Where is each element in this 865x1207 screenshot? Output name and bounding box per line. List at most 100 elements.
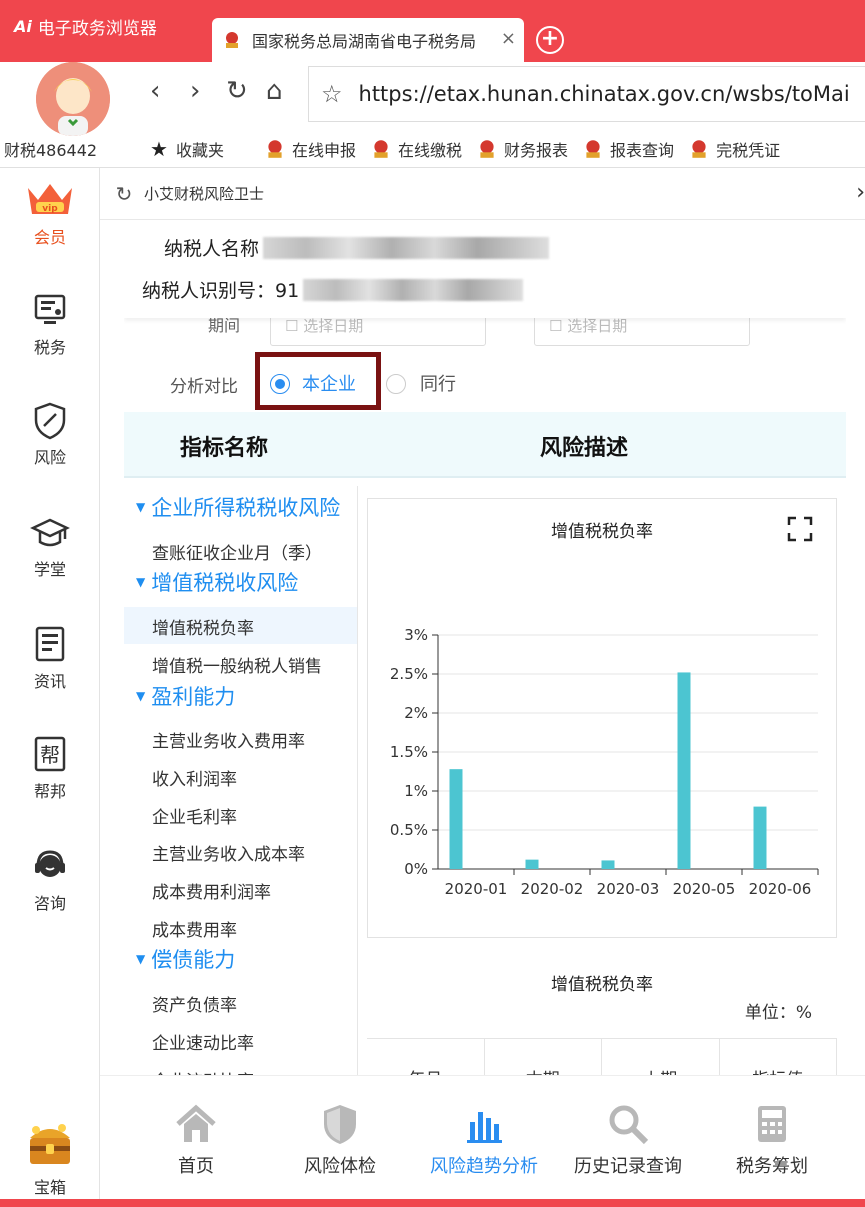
tree-item[interactable]: 查账征收企业月（季） [124, 532, 357, 569]
reload-button[interactable]: ↻ [226, 76, 248, 106]
panel-header: ↻ 小艾财税风险卫士 › [100, 168, 865, 220]
radio-peer-label[interactable]: 同行 [420, 370, 456, 396]
sidebar-item-news[interactable]: 资讯 [0, 624, 100, 692]
radio-peer[interactable] [386, 374, 406, 394]
tab-close-icon[interactable]: × [501, 28, 516, 49]
radio-own-company[interactable] [270, 374, 290, 394]
sidebar-item-risk[interactable]: 风险 [0, 400, 100, 468]
tree-item[interactable]: 主营业务收入成本率 [124, 833, 357, 870]
avatar-image-icon [36, 62, 110, 136]
new-tab-button[interactable]: + [536, 26, 564, 54]
y-tick-label: 0.5% [390, 821, 428, 839]
home-button[interactable]: ⌂ [266, 76, 283, 106]
shield-check-icon [324, 1105, 356, 1144]
tree-item[interactable]: 企业毛利率 [124, 796, 357, 833]
x-tick-label: 2020-01 [445, 880, 508, 898]
sidebar-item-treasure[interactable]: 宝箱 [0, 1118, 100, 1198]
tree-label: 盈利能力 [151, 684, 236, 709]
tax-emblem-icon [692, 139, 706, 158]
nav-risk-trend[interactable]: 风险趋势分析 [414, 1102, 554, 1178]
url-text[interactable]: https://etax.hunan.chinatax.gov.cn/wsbs/… [359, 82, 850, 106]
sidebar-item-vip[interactable]: vip 会员 [0, 180, 100, 248]
tree-group[interactable]: ▼ 增值税税收风险 [124, 567, 357, 604]
avatar[interactable] [36, 62, 110, 136]
nav-label: 风险趋势分析 [430, 1156, 538, 1177]
tree-label: 企业速动比率 [152, 1033, 254, 1054]
tree-item[interactable]: 增值税税负率 [124, 607, 357, 645]
address-bar[interactable]: ☆ https://etax.hunan.chinatax.gov.cn/wsb… [308, 66, 865, 122]
bookmark-label: 报表查询 [610, 140, 675, 160]
radio-own-company-label[interactable]: 本企业 [302, 370, 356, 396]
sidebar-item-consult[interactable]: 咨询 [0, 846, 100, 914]
y-tick-label: 0% [404, 860, 428, 878]
star-icon[interactable]: ☆ [321, 80, 343, 108]
sidebar-item-school[interactable]: 学堂 [0, 512, 100, 580]
tree-label: 成本费用利润率 [152, 883, 271, 903]
bookmark-online-payment[interactable]: 在线缴税 [370, 137, 462, 161]
y-tick-label: 1.5% [390, 743, 428, 761]
tree-label: 主营业务收入费用率 [152, 732, 305, 753]
bookmark-tax-certificate[interactable]: 完税凭证 [688, 137, 780, 161]
table-col-value: 指标值 [720, 1039, 837, 1075]
bar-chart: 0% 0.5% 1% 1.5% 2% 2.5% 3% 2020-01 2020-02 2020-0… [390, 626, 819, 898]
bookmark-financial-report[interactable]: 财务报表 [476, 137, 568, 161]
tree-item[interactable]: 成本费用率 [124, 909, 357, 946]
chevron-right-icon[interactable]: › [856, 180, 865, 205]
nav-label: 首页 [178, 1156, 214, 1177]
x-tick-label: 2020-05 [673, 880, 736, 898]
bookmark-online-filing[interactable]: 在线申报 [264, 137, 356, 161]
y-tick-label: 3% [404, 626, 428, 644]
x-tick-label: 2020-06 [749, 880, 812, 898]
tree-group[interactable]: ▼ 企业所得税税收风险 [124, 492, 357, 529]
browser-titlebar: Ai 电子政务浏览器 国家税务总局湖南省电子税务局 × + [0, 0, 865, 62]
sidebar-item-help[interactable]: 帮 帮邦 [0, 734, 100, 802]
username[interactable]: 财税486442 [4, 137, 130, 161]
help-icon: 帮 [34, 736, 66, 772]
panel-content: 纳税人名称 纳税人识别号：91 期间 ☐ 选择日期 ☐ 选择日期 分析对比 本企… [124, 220, 846, 1075]
brand-name: 电子政务浏览器 [37, 19, 157, 39]
sidebar-label: 学堂 [33, 560, 66, 579]
tree-group[interactable]: ▼ 偿债能力 [124, 944, 357, 981]
tree-item[interactable]: 收入利润率 [124, 758, 357, 795]
taxpayer-name-row: 纳税人名称 [164, 234, 550, 261]
vip-crown-icon: vip [28, 184, 72, 214]
sidebar-label: 风险 [33, 448, 66, 467]
forward-button[interactable]: › [190, 76, 200, 106]
sidebar-label: 会员 [33, 228, 66, 247]
nav-home[interactable]: 首页 [126, 1102, 266, 1178]
data-table-title: 增值税税负率 [551, 975, 653, 995]
monitor-icon [34, 294, 66, 324]
tax-emblem-icon [374, 139, 388, 158]
refresh-icon[interactable]: ↻ [104, 182, 144, 206]
back-button[interactable]: ‹ [150, 76, 160, 106]
tree-item[interactable]: 企业速动比率 [124, 1022, 357, 1059]
browser-brand: Ai 电子政务浏览器 [14, 14, 157, 39]
tree-group[interactable]: ▼ 盈利能力 [124, 681, 357, 718]
home-icon [176, 1104, 216, 1142]
tree-label: 增值税税收风险 [151, 571, 299, 596]
tree-label: 增值税税负率 [152, 619, 254, 640]
tree-item[interactable]: 企业流动比率 [124, 1060, 357, 1076]
caret-down-icon: ▼ [136, 575, 146, 590]
nav-history[interactable]: 历史记录查询 [558, 1102, 698, 1178]
browser-tab[interactable]: 国家税务总局湖南省电子税务局 × [212, 18, 524, 62]
table-col-month: 年月 [367, 1039, 485, 1075]
tree-item[interactable]: 主营业务收入费用率 [124, 720, 357, 757]
tree-item[interactable]: 增值税一般纳税人销售 [124, 645, 357, 682]
tree-item[interactable]: 成本费用利润率 [124, 871, 357, 908]
star-filled-icon: ★ [150, 136, 168, 161]
bookmark-label: 完税凭证 [716, 140, 781, 160]
bookmark-report-query[interactable]: 报表查询 [582, 137, 674, 161]
tax-emblem-icon [480, 139, 494, 158]
sidebar-item-tax[interactable]: 税务 [0, 290, 100, 358]
date-placeholder: 选择日期 [303, 317, 364, 335]
nav-tax-planning[interactable]: 税务筹划 [702, 1102, 842, 1178]
sidebar-label: 咨询 [33, 894, 66, 913]
favorites-button[interactable]: ★ 收藏夹 [150, 137, 250, 161]
x-tick-label: 2020-03 [597, 880, 660, 898]
nav-risk-check[interactable]: 风险体检 [270, 1102, 410, 1178]
tree-item[interactable]: 资产负债率 [124, 984, 357, 1021]
y-tick-label: 1% [404, 782, 428, 800]
svg-text:vip: vip [42, 204, 58, 214]
bar [677, 672, 691, 869]
